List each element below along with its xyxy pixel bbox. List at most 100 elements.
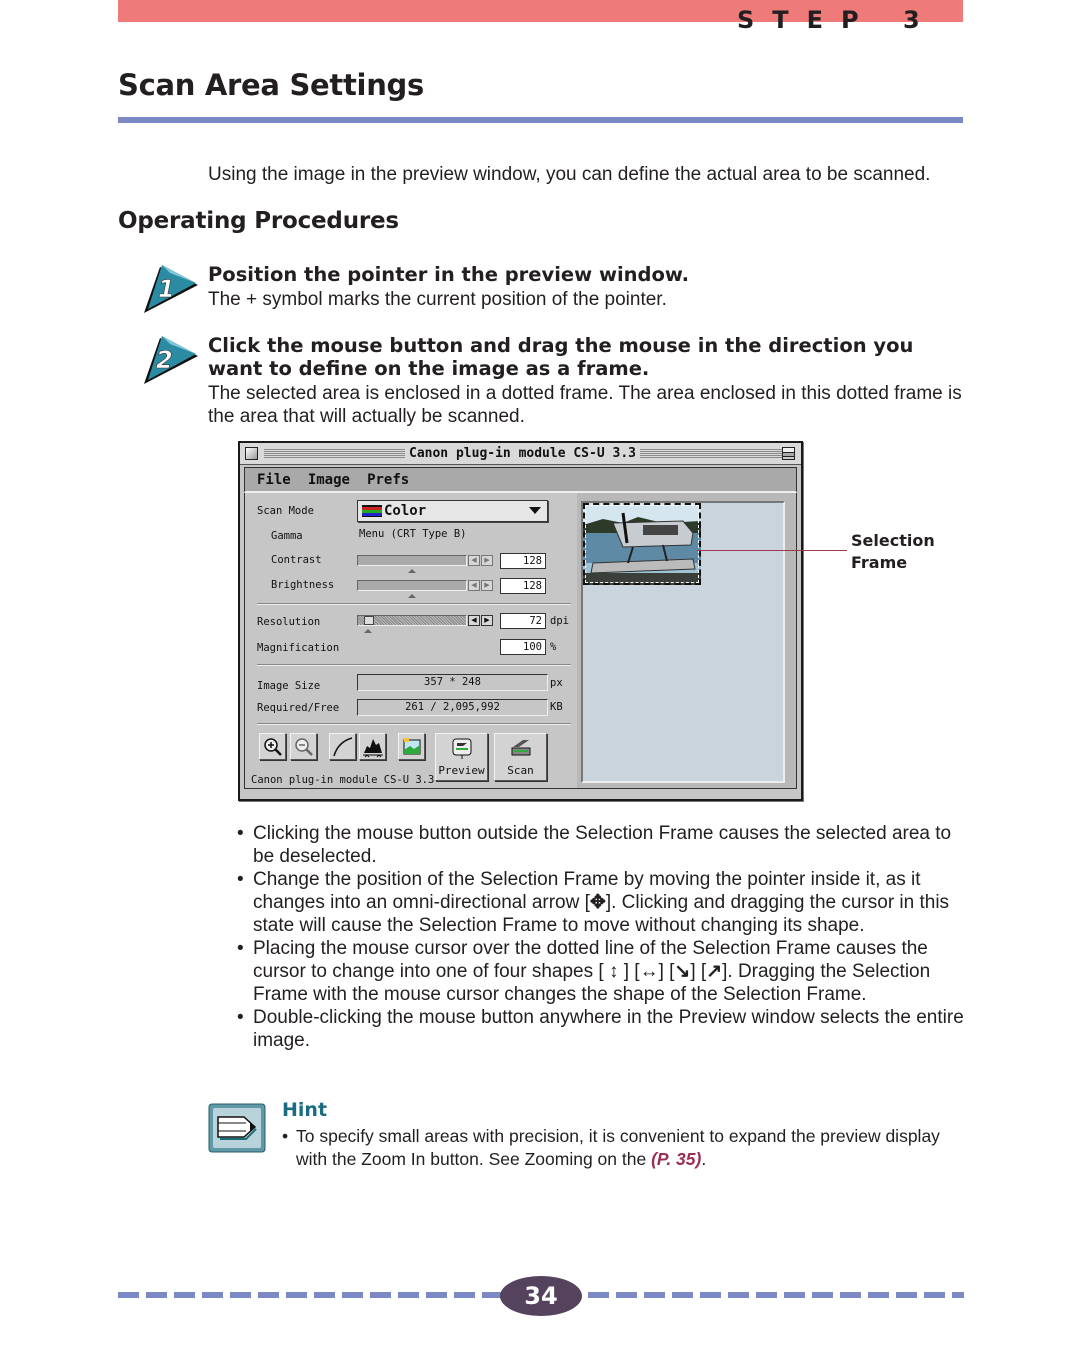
scan-mode-label: Scan Mode (257, 505, 314, 517)
page-number: 34 (500, 1276, 582, 1316)
gamma-label: Gamma (271, 530, 303, 542)
scan-mode-dropdown[interactable]: Color (357, 500, 548, 522)
resolution-label: Resolution (257, 616, 321, 628)
resolution-field[interactable]: 72 (500, 613, 546, 629)
color-mode-icon (362, 505, 382, 517)
list-item: Placing the mouse cursor over the dotted… (237, 937, 972, 1006)
callout-line (697, 550, 847, 551)
menu-image[interactable]: Image (308, 468, 350, 492)
resolution-slider-handle[interactable] (364, 616, 374, 625)
image-adjust-button[interactable] (398, 733, 425, 760)
preview-pane (577, 493, 797, 789)
brightness-slider[interactable] (357, 580, 467, 591)
required-free-label: Required/Free (257, 702, 340, 714)
intro-text: Using the image in the preview window, y… (208, 164, 931, 185)
brightness-increase-button[interactable]: ▶ (481, 580, 493, 591)
tone-curve-icon (333, 737, 353, 757)
contrast-slider[interactable] (357, 555, 467, 566)
diagonal-resize-arrow-nesw-icon: ↗ (706, 961, 723, 982)
preview-scanner-icon (452, 738, 472, 759)
title-rule (118, 117, 963, 123)
scan-mode-value: Color (384, 503, 427, 519)
brightness-slider-thumb[interactable] (408, 594, 416, 598)
hint-text: To specify small areas with precision, i… (296, 1126, 940, 1169)
vertical-resize-arrow-icon: ↕ (608, 961, 619, 982)
diagonal-resize-arrow-nwse-icon: ↘ (674, 961, 691, 982)
list-item: Double-clicking the mouse button anywher… (237, 1006, 972, 1052)
resolution-slider-thumb[interactable] (364, 629, 372, 633)
step-number-1-icon: 1 (144, 265, 198, 313)
scanner-icon (511, 740, 531, 756)
magnification-unit: % (550, 641, 557, 653)
resolution-increase-button[interactable]: ▶ (481, 615, 493, 626)
selection-frame[interactable] (583, 503, 701, 585)
section-heading: Operating Procedures (118, 208, 399, 234)
contrast-slider-thumb[interactable] (408, 569, 416, 573)
selection-frame-callout: Selection Frame (851, 530, 935, 574)
footer-dashes-left (118, 1292, 504, 1298)
window-titlebar[interactable]: Canon plug-in module CS-U 3.3 (240, 443, 801, 465)
hint-pencil-icon (208, 1103, 266, 1153)
histogram-button[interactable] (359, 733, 386, 760)
menu-file[interactable]: File (257, 468, 291, 492)
zoom-out-button[interactable] (290, 733, 317, 760)
horizontal-resize-arrow-icon: ↔ (639, 961, 659, 982)
contrast-decrease-button[interactable]: ◀ (468, 555, 480, 566)
contrast-label: Contrast (271, 554, 322, 566)
contrast-field[interactable]: 128 (500, 553, 546, 569)
separator (257, 664, 571, 666)
brightness-field[interactable]: 128 (500, 578, 546, 594)
close-box-icon[interactable] (245, 447, 258, 460)
page-35-link[interactable]: (P. 35) (651, 1149, 701, 1169)
required-free-unit: KB (550, 701, 563, 713)
window-title: Canon plug-in module CS-U 3.3 (405, 445, 640, 463)
zoom-out-icon (295, 738, 313, 756)
callout-line1: Selection (851, 531, 935, 550)
image-size-readout: 357 * 248 (357, 674, 548, 691)
window-zoom-box-icon[interactable] (782, 447, 795, 460)
brightness-decrease-button[interactable]: ◀ (468, 580, 480, 591)
module-version-label: Canon plug-in module CS-U 3.3 (251, 774, 435, 786)
notes-list: Clicking the mouse button outside the Se… (237, 822, 972, 1052)
hint-text-end: . (701, 1149, 707, 1169)
contrast-increase-button[interactable]: ▶ (481, 555, 493, 566)
image-icon (403, 738, 421, 755)
zoom-in-icon (264, 738, 282, 756)
scan-button[interactable]: Scan (494, 733, 547, 781)
step-1-body: The + symbol marks the current position … (208, 289, 667, 310)
resolution-slider[interactable] (357, 615, 467, 626)
plugin-window: Canon plug-in module CS-U 3.3 File Image… (238, 441, 803, 801)
hint-body: To specify small areas with precision, i… (282, 1125, 962, 1171)
resolution-decrease-button[interactable]: ◀ (468, 615, 480, 626)
separator (257, 603, 571, 605)
magnification-field[interactable]: 100 (500, 639, 546, 655)
list-item: Change the position of the Selection Fra… (237, 868, 972, 937)
menu-bar: File Image Prefs (244, 467, 797, 493)
zoom-in-button[interactable] (259, 733, 286, 760)
step-2-title: Click the mouse button and drag the mous… (208, 334, 914, 380)
footer-dashes-right (588, 1292, 964, 1298)
scan-button-label: Scan (507, 764, 534, 777)
image-size-unit: px (550, 677, 563, 689)
tone-curve-button[interactable] (329, 733, 356, 760)
magnification-label: Magnification (257, 642, 340, 654)
svg-text:1: 1 (158, 275, 175, 303)
preview-button[interactable]: Preview (435, 733, 488, 781)
step-1-title: Position the pointer in the preview wind… (208, 263, 690, 286)
required-free-readout: 261 / 2,095,992 (357, 699, 548, 716)
step-number-2-icon: 2 (144, 336, 198, 384)
chevron-down-icon (529, 507, 541, 514)
histogram-icon (363, 739, 383, 758)
settings-panel: Scan Mode Color Gamma Menu (CRT Type B) … (244, 493, 577, 789)
brightness-label: Brightness (271, 579, 335, 591)
page-title: Scan Area Settings (118, 68, 424, 102)
step-label: STEP 3 (737, 6, 938, 34)
list-item: Clicking the mouse button outside the Se… (237, 822, 972, 868)
gamma-value[interactable]: Menu (CRT Type B) (359, 528, 466, 540)
svg-text:2: 2 (156, 346, 173, 374)
separator (257, 723, 571, 725)
preview-area[interactable] (581, 501, 785, 783)
callout-line2: Frame (851, 553, 908, 572)
preview-button-label: Preview (438, 764, 485, 777)
menu-prefs[interactable]: Prefs (367, 468, 409, 492)
